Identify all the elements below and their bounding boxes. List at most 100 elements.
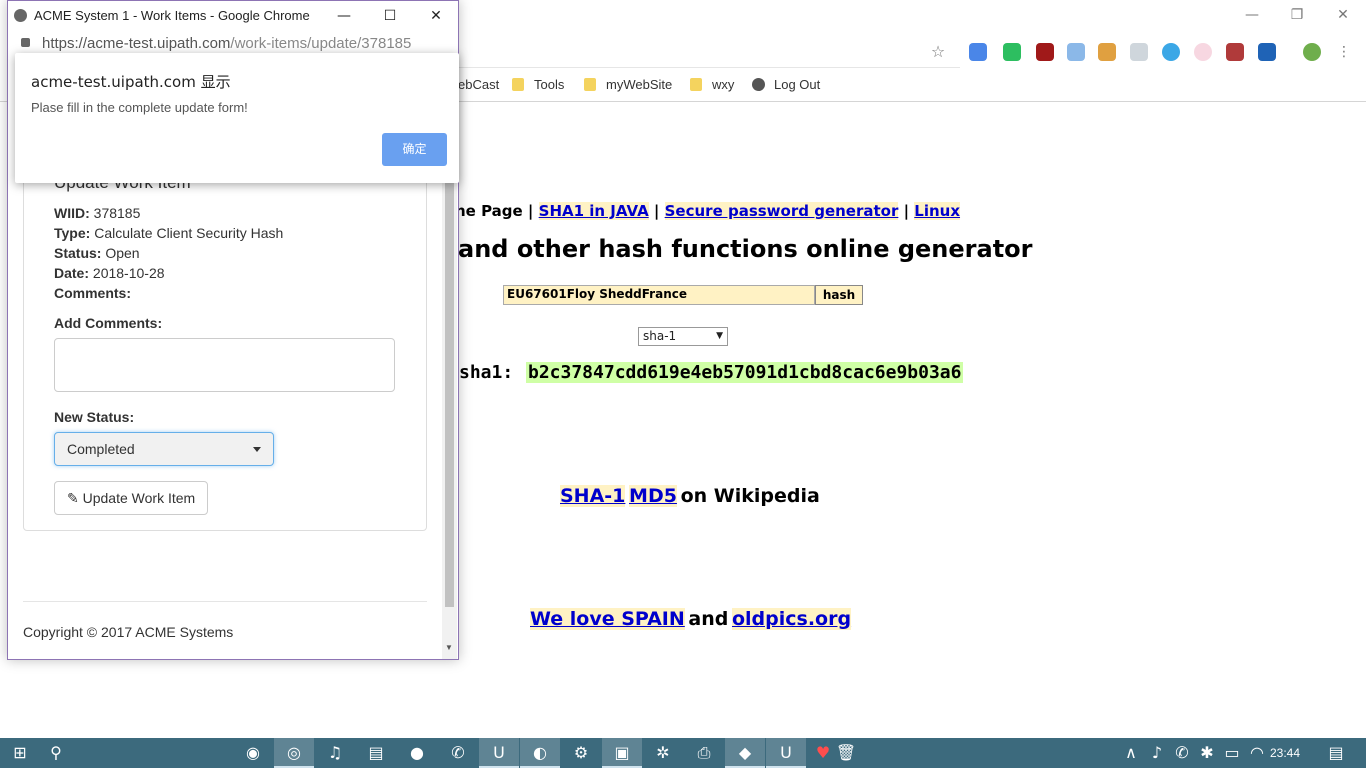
- background-omnibox[interactable]: [440, 38, 960, 68]
- update-button-label: Update Work Item: [82, 490, 196, 506]
- bookmark-label: ebCast: [458, 77, 500, 92]
- bookmark-mywebsite[interactable]: myWebSite: [584, 76, 672, 94]
- bookmark-tools[interactable]: Tools: [512, 76, 564, 94]
- bluetooth-icon[interactable]: ✱: [1195, 738, 1219, 768]
- sha1-java-link[interactable]: SHA1 in JAVA: [538, 202, 649, 220]
- notifications-icon[interactable]: ▤: [1316, 738, 1356, 768]
- restore-icon[interactable]: ❐: [1287, 5, 1307, 25]
- status-row: Status: Open: [54, 245, 140, 261]
- spain-line: We love SPAIN and oldpics.org: [530, 608, 852, 630]
- type-value: Calculate Client Security Hash: [94, 225, 284, 241]
- folder-icon: [584, 78, 596, 91]
- translate-extension-icon[interactable]: [969, 43, 987, 61]
- uipath-extension-icon[interactable]: [1258, 43, 1276, 61]
- close-icon[interactable]: ✕: [1333, 5, 1353, 25]
- wiid-row: WIID: 378185: [54, 205, 140, 221]
- sha1-wiki-link[interactable]: SHA-1: [560, 485, 626, 507]
- algorithm-select[interactable]: sha-1 ▼: [638, 327, 728, 346]
- oldpics-link[interactable]: oldpics.org: [731, 608, 852, 630]
- image-viewer-icon[interactable]: ▣: [602, 738, 642, 768]
- file-explorer-icon[interactable]: ▤: [356, 738, 396, 768]
- new-status-select[interactable]: Completed: [54, 432, 274, 466]
- ublock-extension-icon[interactable]: [1036, 43, 1054, 61]
- hash-text-input[interactable]: EU67601Floy SheddFrance: [503, 285, 815, 305]
- algorithm-value: sha-1: [643, 329, 677, 343]
- pdf-extension-icon[interactable]: [1226, 43, 1244, 61]
- minimize-icon[interactable]: —: [1242, 5, 1262, 25]
- date-value: 2018-10-28: [92, 265, 165, 281]
- bookmark-star-icon[interactable]: ☆: [928, 42, 948, 62]
- trash-icon[interactable]: 🗑: [826, 738, 866, 768]
- cursor-extension-icon[interactable]: [1130, 43, 1148, 61]
- pdf-taskbar-icon[interactable]: ◆: [725, 738, 765, 768]
- bookmark-label: Log Out: [774, 77, 821, 92]
- bookmark-label: wxy: [712, 77, 735, 92]
- url-path: /work-items/update/378185: [230, 35, 412, 52]
- scroll-thumb[interactable]: [445, 165, 454, 607]
- minimize-icon[interactable]: —: [334, 6, 354, 26]
- settings-icon[interactable]: ✲: [643, 738, 683, 768]
- update-work-item-button[interactable]: ✎ Update Work Item: [54, 481, 208, 515]
- bookmark-logout[interactable]: Log Out: [752, 76, 820, 94]
- wifi-icon[interactable]: ◠: [1245, 738, 1269, 768]
- owl-extension-icon[interactable]: [1098, 43, 1116, 61]
- taskbar-clock[interactable]: 23:44: [1270, 738, 1300, 768]
- wechat-icon[interactable]: ✆: [438, 738, 478, 768]
- alert-ok-button[interactable]: 确定: [382, 133, 447, 166]
- search-icon[interactable]: ⚲: [36, 738, 76, 768]
- bookmark-wxy[interactable]: wxy: [690, 76, 734, 94]
- uipath-taskbar-icon[interactable]: U: [479, 738, 519, 768]
- volume-icon[interactable]: ♪: [1145, 738, 1169, 768]
- wiid-value: 378185: [93, 205, 141, 221]
- send-extension-icon[interactable]: [1067, 43, 1085, 61]
- wiid-label: WIID:: [54, 205, 90, 221]
- password-generator-link[interactable]: Secure password generator: [664, 202, 899, 220]
- profile-avatar[interactable]: [1303, 43, 1321, 61]
- folder-icon: [512, 78, 524, 91]
- menu-dots-icon[interactable]: ⋮: [1334, 42, 1354, 62]
- bilibili-extension-icon[interactable]: [1194, 43, 1212, 61]
- hash-button[interactable]: hash: [815, 285, 863, 305]
- evernote-extension-icon[interactable]: [1003, 43, 1021, 61]
- md5-wiki-link[interactable]: MD5: [629, 485, 677, 507]
- comments-label: Comments:: [54, 285, 132, 301]
- wechat-tray-icon[interactable]: ✆: [1170, 738, 1194, 768]
- linux-link[interactable]: Linux: [914, 202, 961, 220]
- spain-link[interactable]: We love SPAIN: [530, 608, 685, 630]
- chrome-taskbar-icon[interactable]: ◎: [274, 738, 314, 768]
- close-icon[interactable]: ✕: [426, 6, 446, 26]
- robot-taskbar-icon[interactable]: ◐: [520, 738, 560, 768]
- battery-icon[interactable]: ▭: [1220, 738, 1244, 768]
- media-app-icon[interactable]: ◉: [233, 738, 273, 768]
- add-comments-label-text: Add Comments:: [54, 315, 163, 331]
- status-value: Open: [105, 245, 140, 261]
- footer-divider: [23, 601, 427, 602]
- windows-start-icon[interactable]: ⊞: [0, 738, 40, 768]
- add-comments-textarea[interactable]: [54, 338, 395, 392]
- folder-icon: [690, 78, 702, 91]
- bookmark-webcast[interactable]: ebCast: [458, 76, 499, 94]
- popup-scrollbar[interactable]: ▼: [442, 165, 457, 659]
- popup-address-bar[interactable]: https://acme-test.uipath.com/work-items/…: [8, 31, 458, 55]
- check-extension-icon[interactable]: [1162, 43, 1180, 61]
- printer-icon[interactable]: ⎙: [684, 738, 724, 768]
- scroll-down-arrow-icon[interactable]: ▼: [445, 643, 453, 652]
- globe-icon: [752, 78, 765, 91]
- search-tool-icon[interactable]: ⚙: [561, 738, 601, 768]
- wiki-suffix-text: on Wikipedia: [680, 485, 820, 507]
- comments-row: Comments:: [54, 285, 131, 301]
- popup-url: https://acme-test.uipath.com/work-items/…: [42, 35, 411, 52]
- bookmark-label: Tools: [534, 77, 565, 92]
- qq-icon[interactable]: ●: [397, 738, 437, 768]
- tray-expand-icon[interactable]: ∧: [1116, 738, 1146, 768]
- music-app-icon[interactable]: ♫: [315, 738, 355, 768]
- popup-titlebar: ACME System 1 - Work Items - Google Chro…: [8, 1, 458, 31]
- uipath-studio-taskbar-icon[interactable]: U: [766, 738, 806, 768]
- maximize-icon[interactable]: ☐: [380, 6, 400, 26]
- alert-message: Plase fill in the complete update form!: [31, 100, 248, 115]
- alert-dialog: acme-test.uipath.com 显示 Plase fill in th…: [15, 53, 459, 183]
- dropdown-arrow-icon: ▼: [716, 331, 723, 341]
- new-status-label-text: New Status:: [54, 409, 135, 425]
- date-label: Date:: [54, 265, 90, 281]
- new-status-label: New Status:: [54, 409, 134, 425]
